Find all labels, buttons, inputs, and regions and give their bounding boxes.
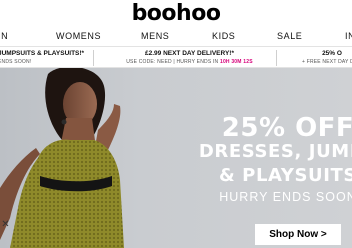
header: boohoo	[0, 0, 352, 28]
nav-item-mens[interactable]: MENS	[141, 30, 169, 43]
headline-line-dresses: DRESSES, JUMPS	[198, 141, 352, 162]
promo-title: JUMPSUITS & PLAYSUITS!*	[0, 50, 85, 57]
promo-divider	[276, 50, 277, 66]
promo-jumpsuits[interactable]: JUMPSUITS & PLAYSUITS!* ENDS SOON!	[0, 49, 84, 66]
main-nav: IN WOMENS MENS KIDS SALE IN	[0, 28, 352, 45]
nav-item-in[interactable]: IN	[0, 30, 8, 43]
promo-title: 25% O	[322, 50, 342, 57]
hero-banner[interactable]: 25% OFF DRESSES, JUMPS & PLAYSUITS HURRY…	[0, 68, 352, 248]
boohoo-logo[interactable]: boohoo	[0, 0, 352, 28]
promo-strip: JUMPSUITS & PLAYSUITS!* ENDS SOON! £2.99…	[0, 46, 352, 68]
hero-copy: 25% OFF DRESSES, JUMPS & PLAYSUITS HURRY…	[0, 68, 352, 248]
promo-delivery[interactable]: £2.99 NEXT DAY DELIVERY!* USE CODE: NEED…	[122, 49, 257, 66]
headline-hurry: HURRY ENDS SOON	[219, 190, 352, 204]
promo-sub: + FREE NEXT DAY DELI	[302, 59, 352, 65]
shop-now-button[interactable]: Shop Now >	[255, 224, 341, 245]
promo-sub: ENDS SOON!	[0, 59, 32, 65]
hero-headline: 25% OFF DRESSES, JUMPS & PLAYSUITS HURRY…	[188, 113, 352, 206]
promo-title: £2.99 NEXT DAY DELIVERY!*	[145, 50, 234, 57]
nav-item-in-2[interactable]: IN	[345, 30, 352, 43]
promo-sub: USE CODE: NEED | HURRY ENDS IN 10H 30M 1…	[122, 58, 257, 66]
nav-item-sale[interactable]: SALE	[277, 30, 302, 43]
promo-divider	[93, 50, 94, 66]
nav-item-kids[interactable]: KIDS	[212, 30, 235, 43]
headline-line-playsuits: & PLAYSUITS	[219, 165, 352, 186]
close-icon[interactable]: ✕	[0, 219, 11, 230]
nav-item-womens[interactable]: WOMENS	[56, 30, 101, 43]
headline-percent: 25% OFF	[221, 113, 352, 143]
countdown-timer: 10H 30M 12S	[219, 59, 253, 65]
promo-code-text: USE CODE: NEED | HURRY ENDS IN	[126, 59, 220, 65]
promo-25-off[interactable]: 25% O + FREE NEXT DAY DELI	[292, 49, 352, 66]
